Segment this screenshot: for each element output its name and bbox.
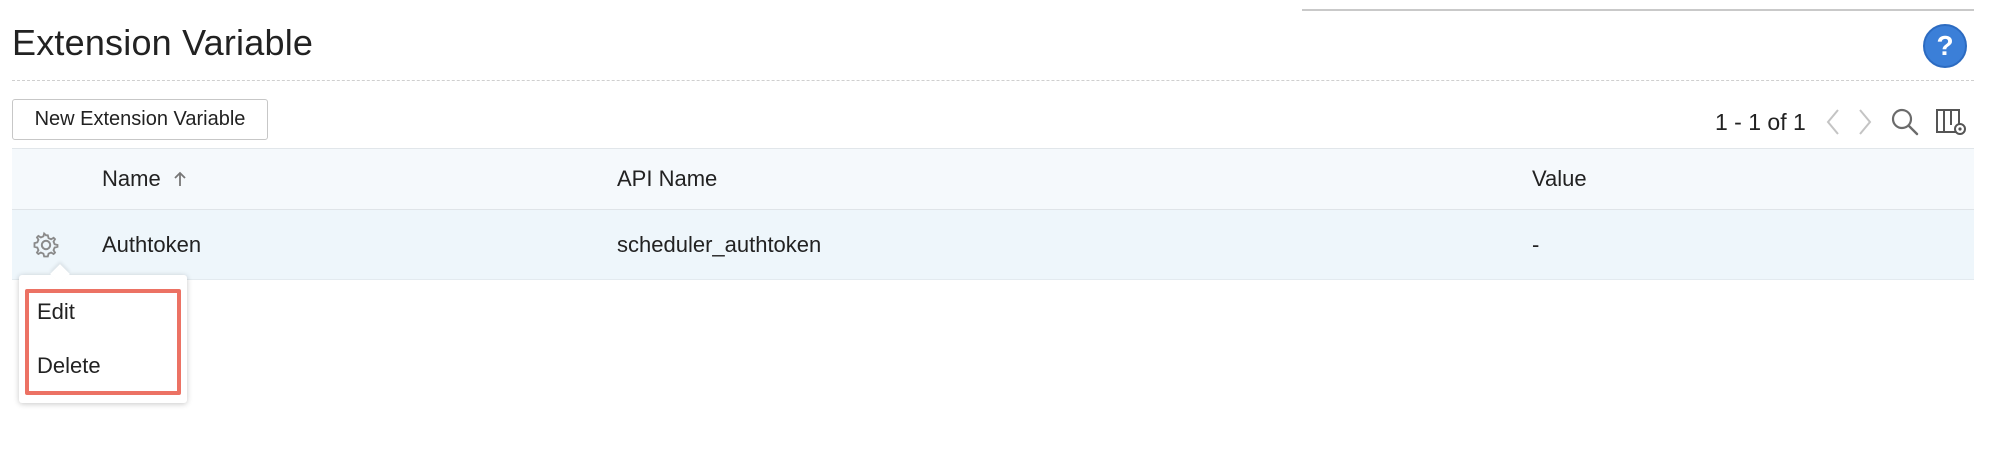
table-header: Name API Name Value bbox=[12, 148, 1974, 210]
title-divider bbox=[12, 80, 1974, 81]
chevron-right-icon[interactable] bbox=[1852, 102, 1878, 142]
menu-item-delete[interactable]: Delete bbox=[37, 353, 101, 379]
row-action-menu: Edit Delete bbox=[19, 264, 187, 403]
column-settings-icon[interactable] bbox=[1934, 102, 1970, 142]
pagination-bar: 1 - 1 of 1 bbox=[1715, 102, 1970, 142]
chevron-left-icon[interactable] bbox=[1820, 102, 1846, 142]
cell-api-name: scheduler_authtoken bbox=[617, 231, 822, 257]
column-header-api-name[interactable]: API Name bbox=[617, 149, 717, 209]
search-icon[interactable] bbox=[1888, 102, 1922, 142]
extension-variable-page: Extension Variable ? New Extension Varia… bbox=[0, 0, 1989, 450]
top-divider bbox=[1302, 9, 1974, 11]
column-header-value[interactable]: Value bbox=[1532, 149, 1587, 209]
pagination-count: 1 - 1 of 1 bbox=[1715, 108, 1806, 135]
gear-icon[interactable] bbox=[30, 229, 62, 261]
extension-variable-table: Name API Name Value Authtoken scheduler_… bbox=[12, 148, 1974, 280]
cell-name: Authtoken bbox=[102, 231, 202, 257]
help-icon: ? bbox=[1936, 30, 1954, 61]
new-extension-variable-button[interactable]: New Extension Variable bbox=[12, 99, 268, 140]
sort-up-arrow-icon[interactable] bbox=[173, 170, 187, 188]
cell-value: - bbox=[1532, 231, 1540, 257]
menu-item-edit[interactable]: Edit bbox=[37, 299, 75, 325]
help-button[interactable]: ? bbox=[1923, 24, 1967, 68]
column-header-name[interactable]: Name bbox=[102, 149, 187, 209]
column-header-label: Name bbox=[102, 166, 161, 191]
table-row[interactable]: Authtoken scheduler_authtoken - bbox=[12, 210, 1974, 280]
page-title: Extension Variable bbox=[12, 22, 314, 63]
